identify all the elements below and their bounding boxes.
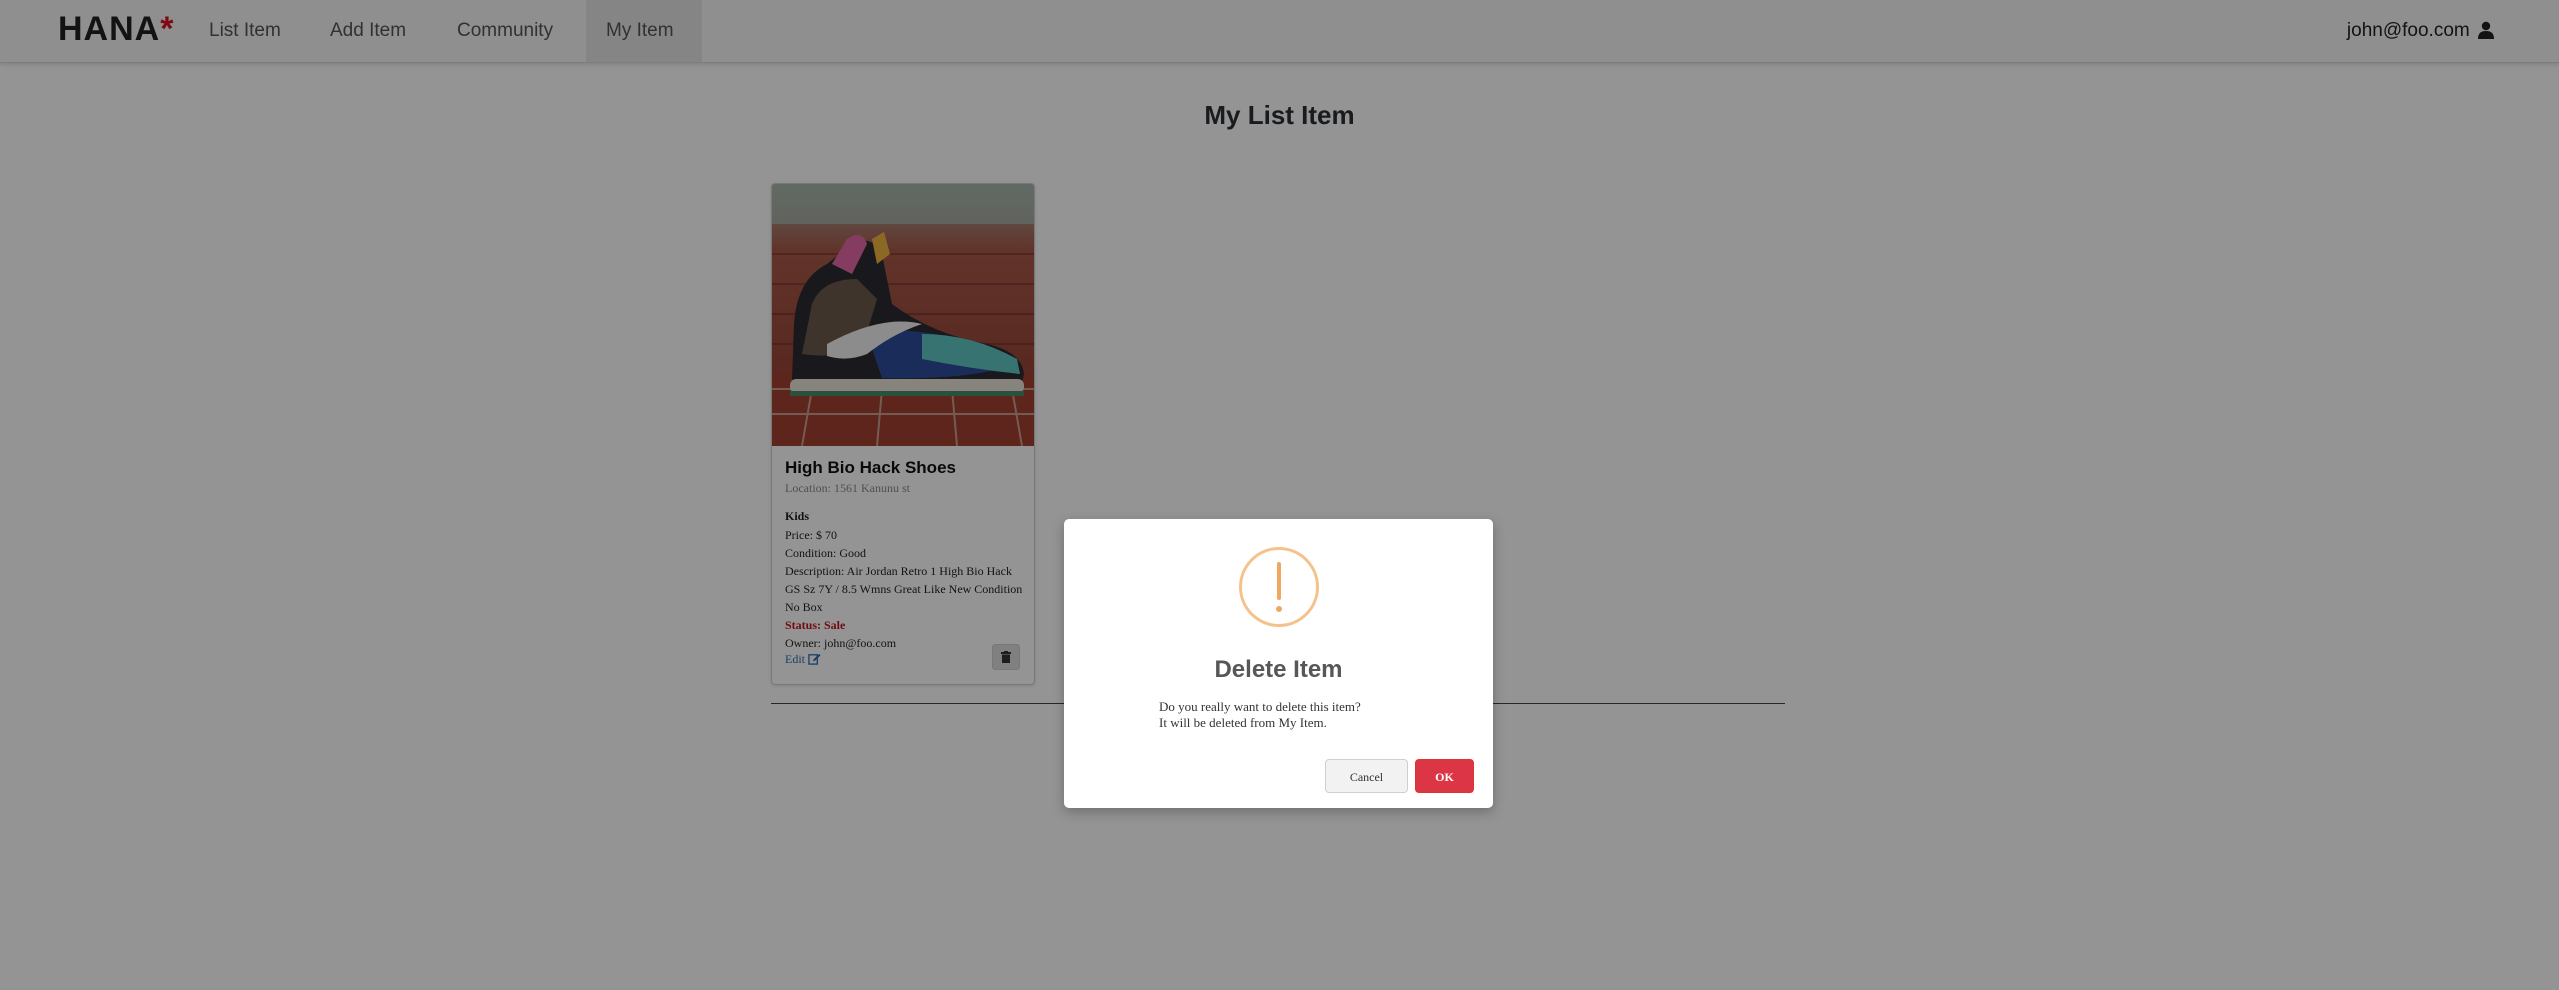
ok-button[interactable]: OK xyxy=(1415,759,1474,793)
cancel-button[interactable]: Cancel xyxy=(1325,759,1408,793)
modal-backdrop[interactable] xyxy=(0,0,2559,990)
dialog-title: Delete Item xyxy=(1214,656,1343,683)
dialog-message-line2: It will be deleted from My Item. xyxy=(1159,715,1327,730)
dialog-message: Do you really want to delete this item? … xyxy=(1159,699,1479,731)
dialog-message-line1: Do you really want to delete this item? xyxy=(1159,699,1361,714)
warning-icon xyxy=(1239,547,1319,627)
delete-confirm-dialog: Delete Item Do you really want to delete… xyxy=(1064,519,1493,808)
